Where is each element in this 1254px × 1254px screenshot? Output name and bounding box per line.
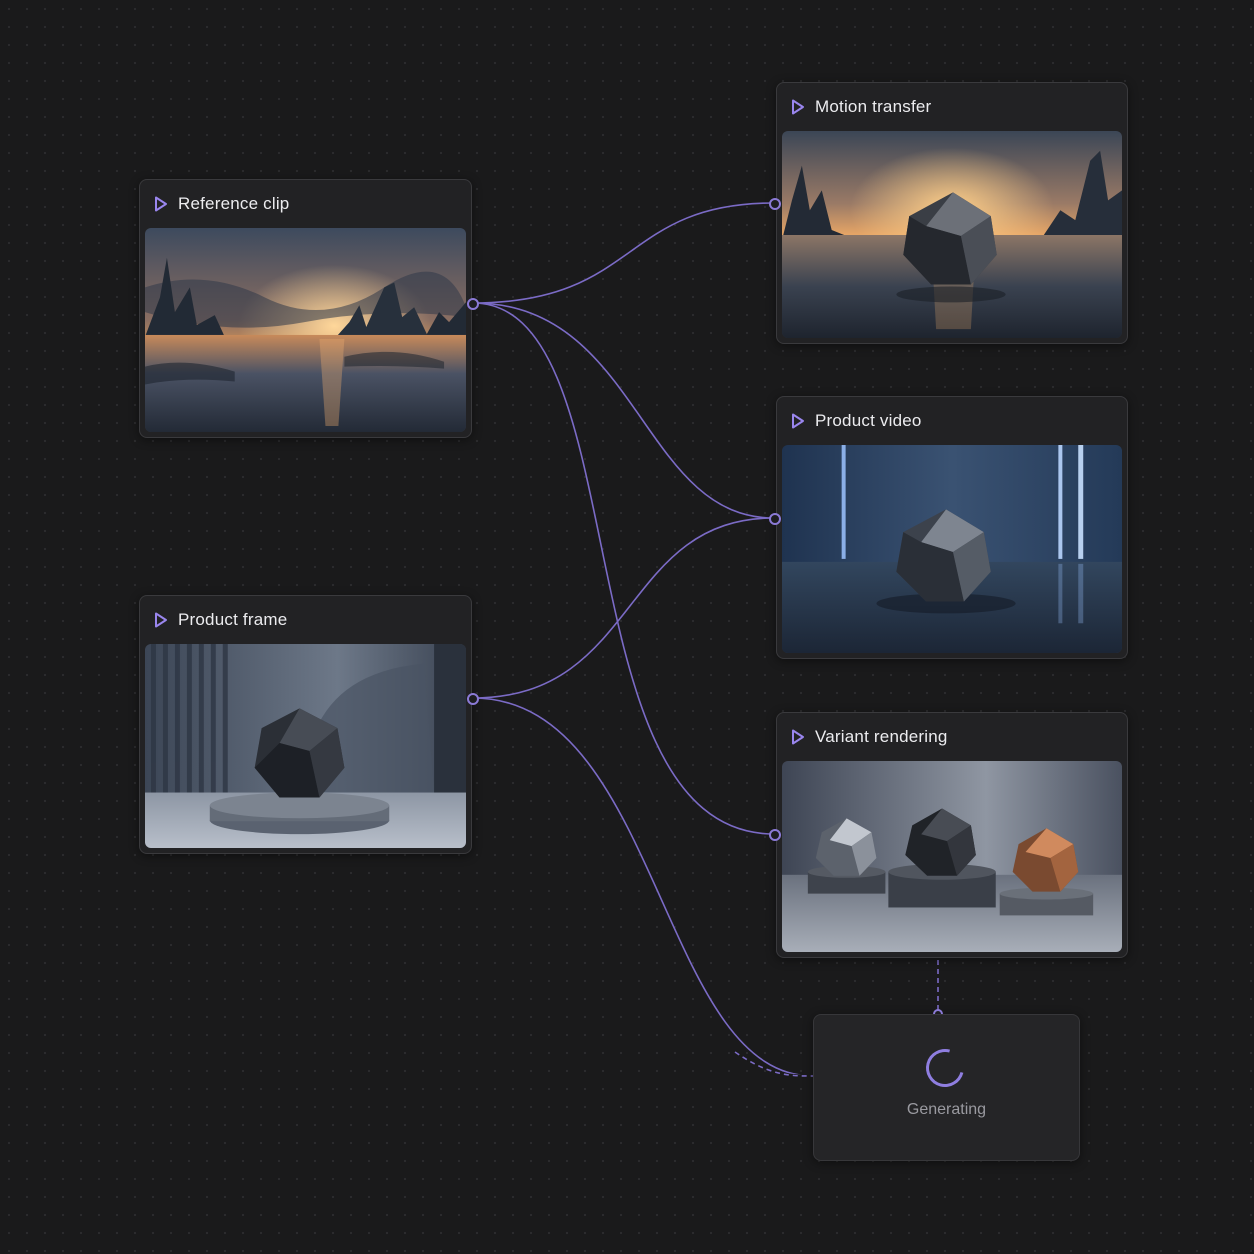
node-title: Product video: [815, 411, 922, 430]
spinner-icon: [919, 1042, 971, 1094]
polyhedron-lake-image: [782, 131, 1122, 338]
node-header: Product video: [791, 397, 922, 445]
play-icon[interactable]: [154, 196, 168, 212]
edge-product-frame-to-generating-dashed-overlay: [734, 1051, 814, 1077]
node-header: Motion transfer: [791, 83, 931, 131]
sunset-landscape-image: [145, 228, 466, 432]
three-variants-image: [782, 761, 1122, 952]
reference-clip-thumbnail[interactable]: [145, 228, 466, 432]
input-port[interactable]: [769, 198, 781, 210]
node-header: Variant rendering: [791, 713, 948, 761]
node-title: Variant rendering: [815, 727, 948, 746]
blue-studio-product-image: [782, 445, 1122, 653]
generating-status: Generating: [906, 1101, 987, 1118]
node-canvas[interactable]: Reference clip Product frame Motion tran…: [0, 0, 1254, 1254]
node-header: Product frame: [154, 596, 287, 644]
node-title: Product frame: [178, 610, 288, 629]
node-title: Motion transfer: [815, 97, 932, 116]
node-reference-clip[interactable]: Reference clip: [139, 179, 479, 438]
output-port[interactable]: [467, 693, 479, 705]
node-product-frame[interactable]: Product frame: [139, 595, 479, 854]
edge-reference-to-product-video: [472, 302, 775, 519]
pedestal-product-image: [145, 644, 466, 848]
edge-product-frame-to-generating: [472, 697, 814, 1077]
motion-transfer-thumbnail[interactable]: [782, 131, 1122, 338]
product-frame-thumbnail[interactable]: [145, 644, 466, 848]
play-icon[interactable]: [791, 729, 805, 745]
output-port[interactable]: [467, 298, 479, 310]
variant-rendering-thumbnail[interactable]: [782, 761, 1122, 952]
node-product-video[interactable]: Product video: [769, 396, 1128, 659]
product-video-thumbnail[interactable]: [782, 445, 1122, 653]
input-port[interactable]: [933, 1009, 943, 1014]
edge-reference-to-motion: [472, 202, 775, 304]
play-icon[interactable]: [791, 413, 805, 429]
input-port[interactable]: [769, 829, 781, 841]
edge-product-frame-to-product-video: [472, 517, 775, 699]
input-port[interactable]: [769, 513, 781, 525]
node-header: Reference clip: [154, 180, 289, 228]
play-icon[interactable]: [154, 612, 168, 628]
node-generating[interactable]: Generating: [813, 1009, 1080, 1161]
node-title: Reference clip: [178, 194, 290, 213]
edge-reference-to-variant: [472, 302, 775, 835]
node-motion-transfer[interactable]: Motion transfer: [769, 82, 1128, 344]
play-icon[interactable]: [791, 99, 805, 115]
edge-product-frame-to-generating-dashed: [734, 1050, 814, 1078]
node-variant-rendering[interactable]: Variant rendering: [769, 712, 1128, 958]
